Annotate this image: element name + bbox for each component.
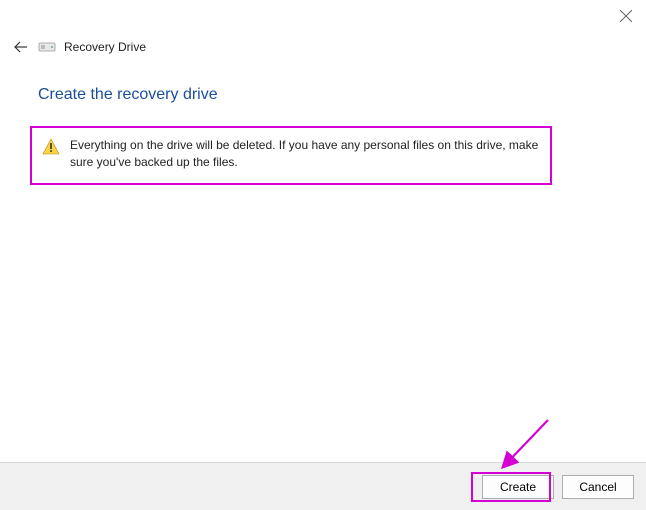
page-heading: Create the recovery drive xyxy=(38,86,218,104)
back-arrow-icon[interactable] xyxy=(12,38,30,56)
warning-text: Everything on the drive will be deleted.… xyxy=(70,137,540,172)
warning-icon xyxy=(42,138,60,156)
titlebar xyxy=(0,0,646,32)
close-icon[interactable] xyxy=(620,10,632,22)
create-button[interactable]: Create xyxy=(482,475,554,499)
window-title: Recovery Drive xyxy=(64,40,146,54)
cancel-button[interactable]: Cancel xyxy=(562,475,634,499)
header: Recovery Drive xyxy=(12,38,634,56)
drive-icon xyxy=(38,40,56,54)
warning-box: Everything on the drive will be deleted.… xyxy=(30,126,552,185)
button-bar: Create Cancel xyxy=(0,462,646,510)
